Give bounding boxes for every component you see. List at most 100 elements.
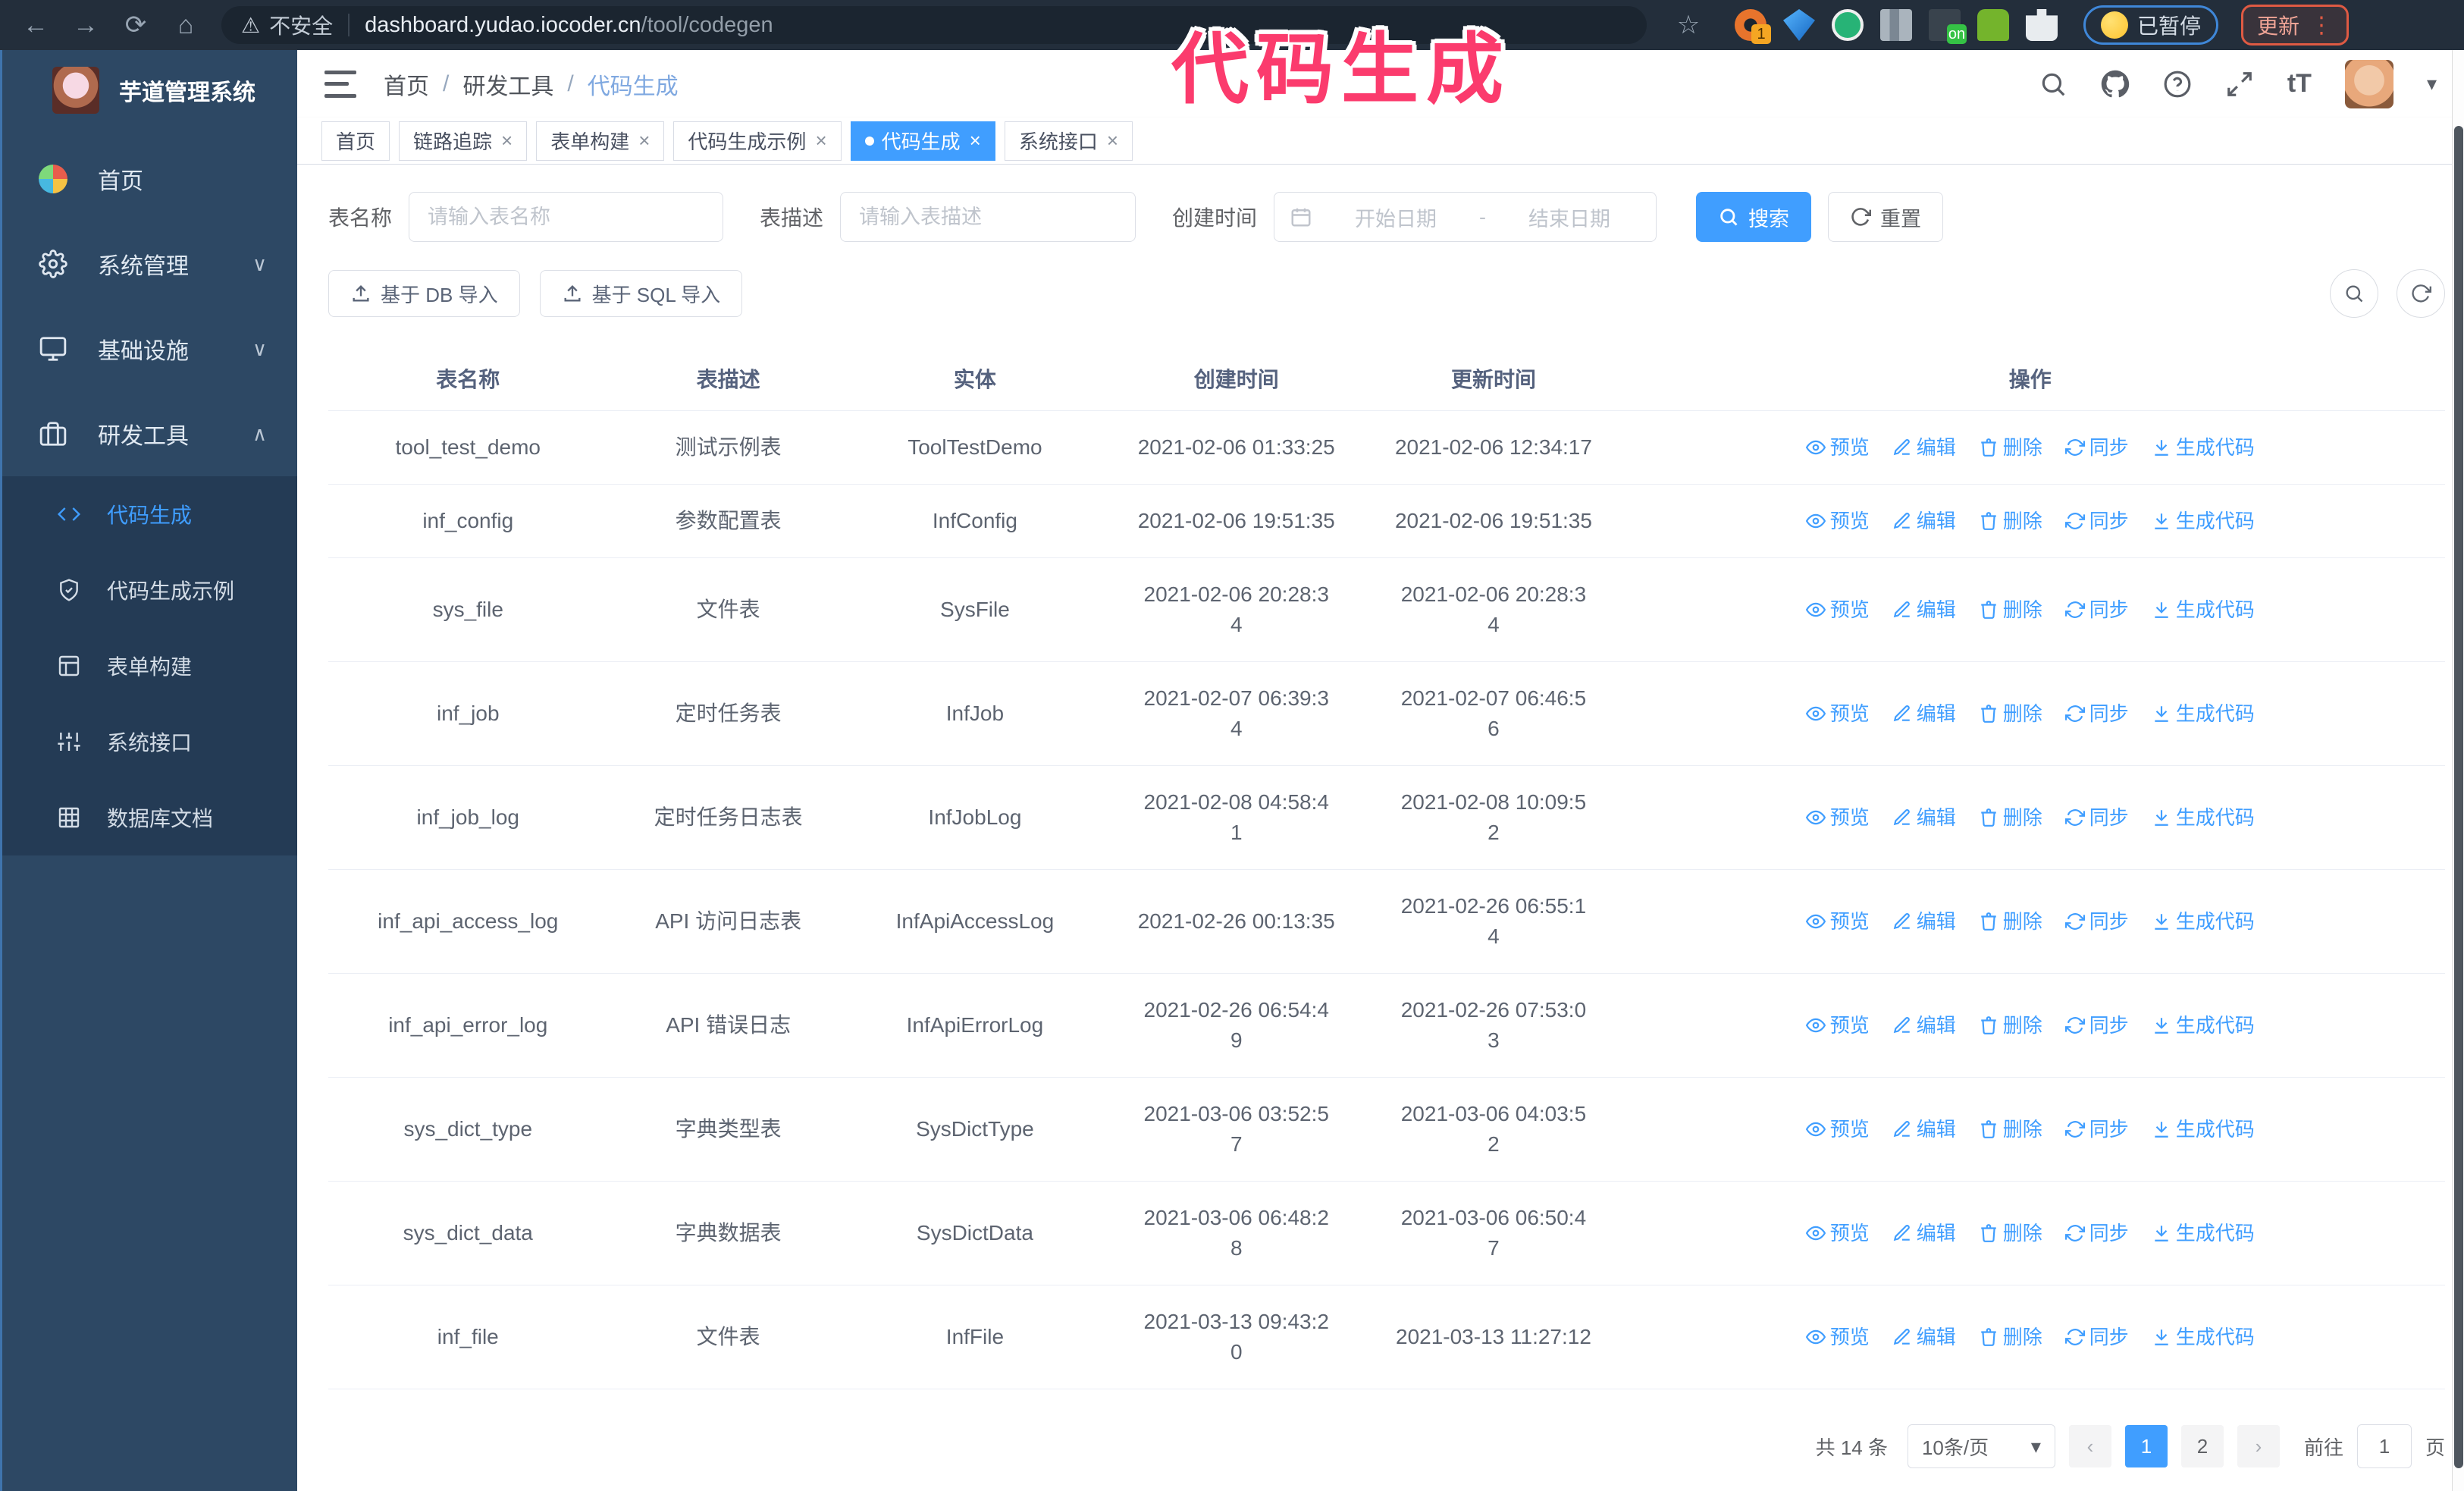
tab-codegen-example[interactable]: 代码生成示例 × bbox=[673, 121, 842, 161]
generate-code-link[interactable]: 生成代码 bbox=[2152, 698, 2255, 729]
sidebar-item-dev-tools[interactable]: 研发工具 ∧ bbox=[2, 391, 297, 476]
sync-link[interactable]: 同步 bbox=[2064, 1114, 2129, 1144]
reset-button[interactable]: 重置 bbox=[1828, 192, 1944, 242]
generate-code-link[interactable]: 生成代码 bbox=[2152, 1010, 2255, 1041]
breadcrumb-home[interactable]: 首页 bbox=[384, 67, 429, 101]
page-button-2[interactable]: 2 bbox=[2180, 1425, 2224, 1467]
refresh-table-button[interactable] bbox=[2397, 269, 2445, 318]
sync-link[interactable]: 同步 bbox=[2064, 595, 2129, 625]
edit-link[interactable]: 编辑 bbox=[1892, 906, 1956, 937]
sidebar-logo-row[interactable]: 芋道管理系统 bbox=[2, 50, 297, 130]
preview-link[interactable]: 预览 bbox=[1805, 1010, 1870, 1041]
github-icon[interactable] bbox=[2101, 70, 2130, 99]
sidebar-item-db-docs[interactable]: 数据库文档 bbox=[2, 780, 297, 855]
sync-link[interactable]: 同步 bbox=[2064, 1322, 2129, 1352]
delete-link[interactable]: 删除 bbox=[1979, 906, 2042, 937]
import-db-button[interactable]: 基于 DB 导入 bbox=[328, 270, 520, 317]
edit-link[interactable]: 编辑 bbox=[1892, 506, 1956, 536]
close-icon[interactable]: × bbox=[970, 129, 981, 152]
edit-link[interactable]: 编辑 bbox=[1892, 595, 1956, 625]
delete-link[interactable]: 删除 bbox=[1979, 1114, 2042, 1144]
edit-link[interactable]: 编辑 bbox=[1892, 1010, 1956, 1041]
sidebar-item-system-api[interactable]: 系统接口 bbox=[2, 704, 297, 780]
close-icon[interactable]: × bbox=[815, 129, 826, 152]
profile-paused-badge[interactable]: 已暂停 bbox=[2083, 5, 2219, 45]
font-size-icon[interactable]: tT bbox=[2287, 69, 2312, 99]
tab-form-builder[interactable]: 表单构建 × bbox=[536, 121, 665, 161]
page-size-select[interactable]: 10条/页 ▾ bbox=[1907, 1424, 2055, 1468]
delete-link[interactable]: 删除 bbox=[1979, 802, 2042, 833]
hamburger-icon[interactable] bbox=[324, 70, 356, 98]
delete-link[interactable]: 删除 bbox=[1979, 1010, 2042, 1041]
preview-link[interactable]: 预览 bbox=[1805, 595, 1870, 625]
generate-code-link[interactable]: 生成代码 bbox=[2152, 906, 2255, 937]
prev-page-button[interactable]: ‹ bbox=[2068, 1425, 2111, 1467]
browser-forward-icon[interactable]: → bbox=[64, 11, 108, 40]
preview-link[interactable]: 预览 bbox=[1805, 1322, 1870, 1352]
goto-page-input[interactable] bbox=[2356, 1424, 2412, 1468]
browser-home-icon[interactable]: ⌂ bbox=[164, 11, 208, 40]
preview-link[interactable]: 预览 bbox=[1805, 1218, 1870, 1248]
generate-code-link[interactable]: 生成代码 bbox=[2152, 802, 2255, 833]
close-icon[interactable]: × bbox=[501, 129, 513, 152]
extensions-puzzle-icon[interactable] bbox=[2026, 9, 2058, 41]
breadcrumb-devtools[interactable]: 研发工具 bbox=[462, 67, 553, 101]
edit-link[interactable]: 编辑 bbox=[1892, 1218, 1956, 1248]
sync-link[interactable]: 同步 bbox=[2064, 432, 2129, 463]
browser-back-icon[interactable]: ← bbox=[14, 11, 58, 40]
close-icon[interactable]: × bbox=[638, 129, 650, 152]
bookmark-star-icon[interactable]: ☆ bbox=[1666, 10, 1710, 40]
search-icon[interactable] bbox=[2039, 70, 2067, 99]
generate-code-link[interactable]: 生成代码 bbox=[2152, 1218, 2255, 1248]
close-icon[interactable]: × bbox=[1107, 129, 1118, 152]
date-range-picker[interactable]: 开始日期 - 结束日期 bbox=[1274, 192, 1657, 242]
address-bar[interactable]: ⚠ 不安全 dashboard.yudao.iocoder.cn /tool/c… bbox=[221, 6, 1647, 44]
delete-link[interactable]: 删除 bbox=[1979, 1322, 2042, 1352]
extension-icon-green-bug[interactable] bbox=[1977, 9, 2009, 41]
preview-link[interactable]: 预览 bbox=[1805, 906, 1870, 937]
browser-reload-icon[interactable]: ⟳ bbox=[114, 10, 158, 40]
extension-icon-on-toggle[interactable]: on bbox=[1929, 9, 1967, 44]
generate-code-link[interactable]: 生成代码 bbox=[2152, 506, 2255, 536]
sidebar-item-infrastructure[interactable]: 基础设施 ∨ bbox=[2, 306, 297, 391]
fullscreen-icon[interactable] bbox=[2225, 70, 2254, 99]
browser-menu-kebab-icon[interactable]: ⋮ bbox=[2310, 12, 2333, 39]
sync-link[interactable]: 同步 bbox=[2064, 802, 2129, 833]
extension-icon-green-v[interactable] bbox=[1832, 9, 1864, 41]
browser-update-button[interactable]: 更新 ⋮ bbox=[2241, 5, 2350, 46]
delete-link[interactable]: 删除 bbox=[1979, 432, 2042, 463]
sidebar-item-system-management[interactable]: 系统管理 ∨ bbox=[2, 221, 297, 306]
generate-code-link[interactable]: 生成代码 bbox=[2152, 1114, 2255, 1144]
sidebar-item-home[interactable]: 首页 bbox=[2, 137, 297, 221]
sync-link[interactable]: 同步 bbox=[2064, 1218, 2129, 1248]
preview-link[interactable]: 预览 bbox=[1805, 802, 1870, 833]
help-icon[interactable] bbox=[2163, 70, 2192, 99]
tab-tracing[interactable]: 链路追踪 × bbox=[399, 121, 528, 161]
tab-system-api[interactable]: 系统接口 × bbox=[1004, 121, 1133, 161]
edit-link[interactable]: 编辑 bbox=[1892, 698, 1956, 729]
user-avatar[interactable] bbox=[2344, 59, 2393, 108]
tab-home[interactable]: 首页 bbox=[321, 121, 390, 161]
preview-link[interactable]: 预览 bbox=[1805, 432, 1870, 463]
tab-codegen[interactable]: 代码生成 × bbox=[850, 121, 995, 161]
sync-link[interactable]: 同步 bbox=[2064, 698, 2129, 729]
preview-link[interactable]: 预览 bbox=[1805, 506, 1870, 536]
delete-link[interactable]: 删除 bbox=[1979, 506, 2042, 536]
sidebar-item-codegen[interactable]: 代码生成 bbox=[2, 476, 297, 552]
generate-code-link[interactable]: 生成代码 bbox=[2152, 432, 2255, 463]
preview-link[interactable]: 预览 bbox=[1805, 1114, 1870, 1144]
preview-link[interactable]: 预览 bbox=[1805, 698, 1870, 729]
page-button-1[interactable]: 1 bbox=[2124, 1425, 2168, 1467]
table-name-input[interactable] bbox=[409, 192, 724, 242]
edit-link[interactable]: 编辑 bbox=[1892, 802, 1956, 833]
import-sql-button[interactable]: 基于 SQL 导入 bbox=[539, 270, 743, 317]
delete-link[interactable]: 删除 bbox=[1979, 698, 2042, 729]
generate-code-link[interactable]: 生成代码 bbox=[2152, 595, 2255, 625]
delete-link[interactable]: 删除 bbox=[1979, 595, 2042, 625]
table-desc-input[interactable] bbox=[840, 192, 1136, 242]
sidebar-item-codegen-example[interactable]: 代码生成示例 bbox=[2, 552, 297, 628]
sync-link[interactable]: 同步 bbox=[2064, 906, 2129, 937]
sync-link[interactable]: 同步 bbox=[2064, 1010, 2129, 1041]
edit-link[interactable]: 编辑 bbox=[1892, 1322, 1956, 1352]
sync-link[interactable]: 同步 bbox=[2064, 506, 2129, 536]
